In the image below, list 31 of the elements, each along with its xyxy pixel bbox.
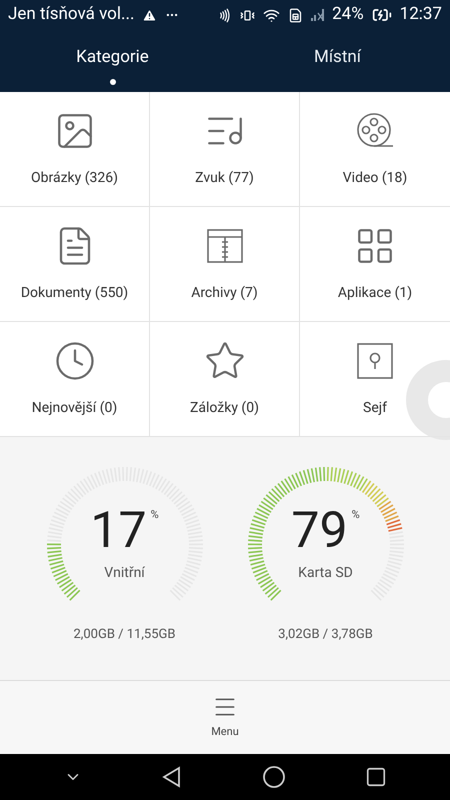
nfc-icon <box>217 8 232 22</box>
clock-time: 12:37 <box>400 3 442 26</box>
category-tile[interactable]: Archivy (7) <box>150 207 300 322</box>
percent-unit: % <box>352 507 360 523</box>
storage-name: Karta SD <box>298 564 353 583</box>
storage-usage: 3,02GB / 3,78GB <box>278 626 373 644</box>
category-tile[interactable]: Nejnovější (0) <box>0 322 150 437</box>
percent-value: 79 <box>291 503 348 559</box>
tab[interactable]: Místní <box>225 30 450 92</box>
percent-unit: % <box>150 507 159 523</box>
tab[interactable]: Kategorie <box>0 30 225 92</box>
clock-icon <box>54 340 96 382</box>
home-icon[interactable] <box>262 765 286 789</box>
signal-icon <box>311 9 324 21</box>
vibrate-icon <box>240 8 256 22</box>
storage-name: Vnitřní <box>104 564 145 583</box>
percent-value: 17 <box>90 503 147 559</box>
category-tile[interactable]: Aplikace (1) <box>300 207 450 322</box>
storage-usage: 2,00GB / 11,55GB <box>74 626 176 644</box>
category-tile[interactable]: Dokumenty (550) <box>0 207 150 322</box>
category-tile[interactable]: Video (18) <box>300 92 450 207</box>
category-tile[interactable]: Zvuk (77) <box>150 92 300 207</box>
category-tile[interactable]: Obrázky (326) <box>0 92 150 207</box>
warning-icon <box>142 8 158 22</box>
sim-card-icon <box>288 8 304 22</box>
back-icon[interactable] <box>160 766 182 788</box>
battery-percent: 24% <box>332 3 364 26</box>
recents-icon[interactable] <box>364 766 386 788</box>
category-tile[interactable]: Záložky (0) <box>150 322 300 437</box>
category-tile[interactable]: Sejf <box>300 322 450 437</box>
notification-text: Jen tísňová vol... <box>8 3 134 26</box>
